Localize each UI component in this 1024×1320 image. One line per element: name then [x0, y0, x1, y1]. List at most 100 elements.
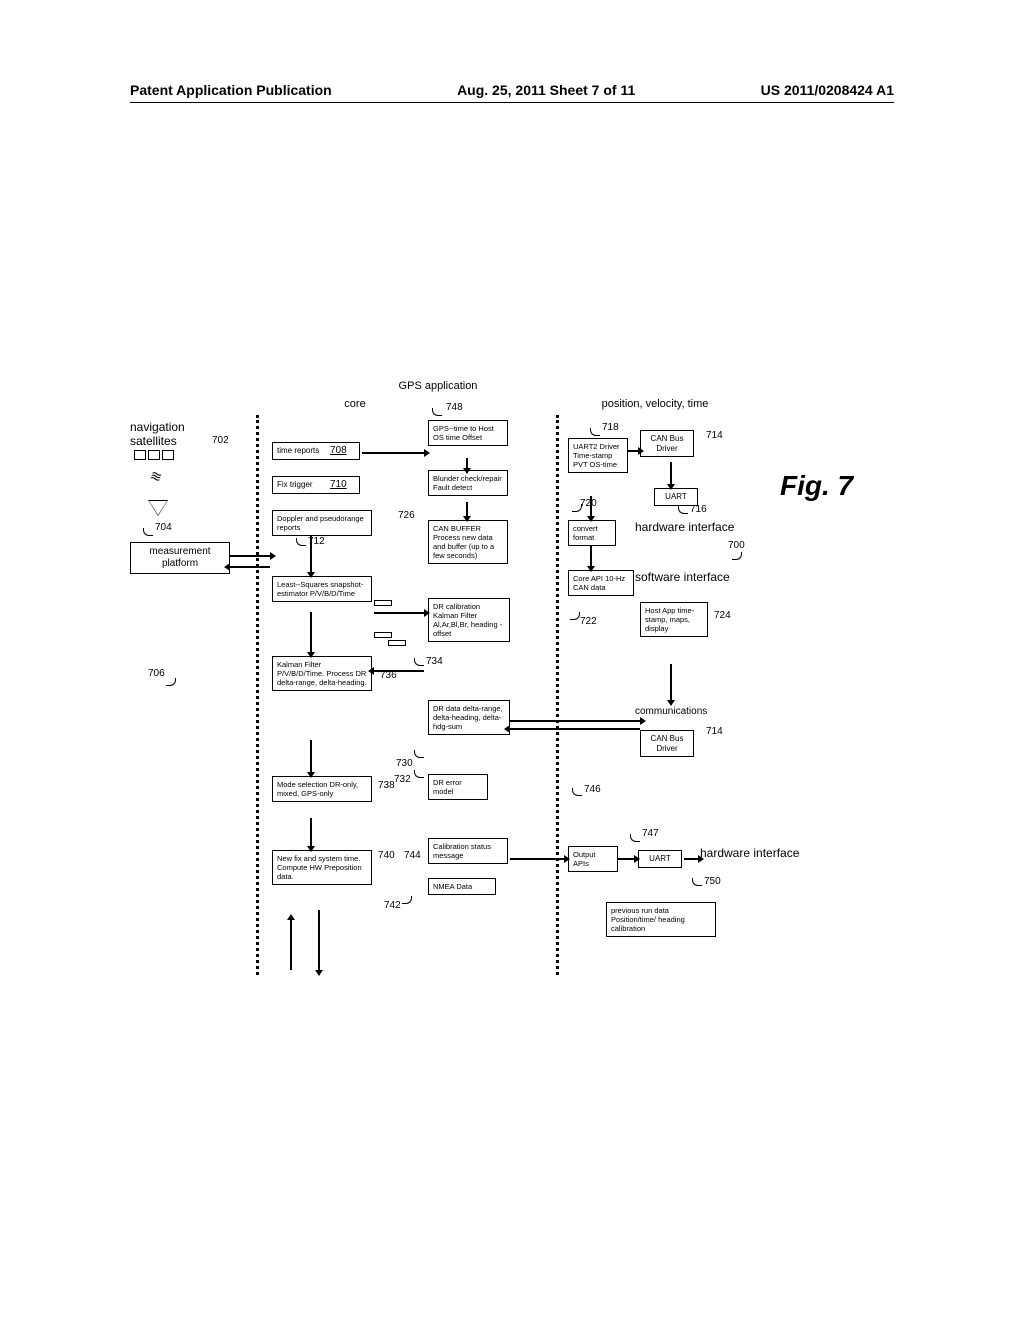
arrow-bottom-up: [290, 920, 292, 970]
box-canbus-driver: CAN Bus Driver: [640, 430, 694, 457]
box-prevrun: previous run data Position/time/ heading…: [606, 902, 716, 937]
box-newfix: New fix and system time. Compute HW Prep…: [272, 850, 372, 885]
ref-747: 747: [642, 828, 659, 839]
box-hostapp: Host App time-stamp, maps, display: [640, 602, 708, 637]
ref-750: 750: [704, 876, 721, 887]
hook-718: [590, 428, 600, 436]
box-mode: Mode selection DR-only, mixed, GPS-only: [272, 776, 372, 802]
ref-736: 736: [380, 670, 397, 681]
ref-700: 700: [728, 540, 745, 551]
label-sw-if: software interface: [635, 570, 730, 584]
ref-716: 716: [690, 504, 707, 515]
box-output-apis: Output APIs: [568, 846, 618, 872]
arrow-mode-down: [310, 818, 312, 846]
ref-740: 740: [378, 850, 395, 861]
hook-748: [432, 408, 442, 416]
box-nmea: NMEA Data: [428, 878, 496, 895]
box-measurement-platform: measurement platform: [130, 542, 230, 574]
ref-706: 706: [148, 668, 165, 679]
box-gps-offset: GPS--time to Host OS time Offset: [428, 420, 508, 446]
header-center: Aug. 25, 2011 Sheet 7 of 11: [457, 82, 635, 98]
label-nav2: satellites: [130, 434, 177, 448]
ref-742: 742: [384, 900, 401, 911]
label-hw-if2: hardware interface: [700, 846, 799, 860]
box-drcal: DR calibration Kalman Filter Al,Ar,Bl,Br…: [428, 598, 510, 642]
box-convert-format: convert format: [568, 520, 616, 546]
label-hw-if2-text: hardware interface: [700, 846, 799, 860]
arrow-kf-drcal: [374, 670, 424, 672]
arrow-doppler-down: [310, 536, 312, 572]
ref-738: 738: [378, 780, 395, 791]
box-lsq: Least--Squares snapshot-estimator P/V/B/…: [272, 576, 372, 602]
arrow-core-to-platform: [230, 566, 270, 568]
figure-7-diagram: Fig. 7 GPS application core position, ve…: [130, 380, 900, 990]
ref-726: 726: [398, 510, 415, 521]
arrow-to-canbus: [628, 450, 638, 452]
arrow-uart-hw: [684, 858, 698, 860]
hook-747: [630, 834, 640, 842]
ref-748: 748: [446, 402, 463, 413]
hook-700: [732, 552, 742, 560]
arrow-bottom-down: [318, 910, 320, 970]
arrow-drdata-left: [510, 728, 640, 730]
label-nav1: navigation: [130, 420, 185, 434]
satellite-icon: [134, 450, 174, 460]
hook-722: [570, 612, 580, 620]
ref-744: 744: [404, 850, 421, 861]
hook-750: [692, 878, 702, 886]
box-uart-b: UART: [638, 850, 682, 868]
label-gps-application: GPS application: [388, 380, 488, 392]
arrow-hostapp-down: [670, 664, 672, 700]
dotted-right: [556, 415, 559, 975]
hook-746: [572, 788, 582, 796]
dotted-left: [256, 415, 259, 975]
ref-722: 722: [580, 616, 597, 627]
box-calstatus: Calibration status message: [428, 838, 508, 864]
label-pvt: position, velocity, time: [580, 398, 730, 410]
box-drdata: DR data delta-range, delta-heading, delt…: [428, 700, 510, 735]
arrow-uart2-down: [590, 496, 592, 516]
hook-712: [296, 538, 306, 546]
ref-720: 720: [580, 498, 597, 509]
hook-716: [678, 506, 688, 514]
box-core-api: Core API 10-Hz CAN data: [568, 570, 634, 596]
ref-714: 714: [706, 430, 723, 441]
arrow-offset-down: [466, 458, 468, 468]
header-rule: [130, 102, 894, 103]
small-rect-2: [374, 632, 392, 638]
box-canbus-driver-2: CAN Bus Driver: [640, 730, 694, 757]
label-sw-if-text: software interface: [635, 570, 730, 584]
hook-704: [143, 528, 153, 536]
arrow-blunder-down: [466, 502, 468, 516]
ref-746: 746: [584, 784, 601, 795]
ref-734: 734: [426, 656, 443, 667]
label-comms: communications: [635, 706, 707, 717]
ref-702: 702: [212, 435, 229, 446]
box-kalman: Kalman Filter P/V/B/D/Time. Process DR d…: [272, 656, 372, 691]
box-drerr: DR error model: [428, 774, 488, 800]
signal-icon: ≋: [147, 467, 164, 487]
hook-742: [402, 896, 412, 904]
arrow-platform-to-core: [230, 555, 270, 557]
label-core: core: [325, 398, 385, 410]
ref-718: 718: [602, 422, 619, 433]
arrow-canbus-uart: [670, 462, 672, 484]
ref-732: 732: [394, 774, 411, 785]
hook-734: [414, 658, 424, 666]
arrow-cal-to-output: [510, 858, 564, 860]
figure-label: Fig. 7: [780, 470, 853, 502]
header-left: Patent Application Publication: [130, 82, 332, 98]
small-rect-1: [374, 600, 392, 606]
ref-724: 724: [714, 610, 731, 621]
label-hw-if-text: hardware interface: [635, 520, 734, 534]
ref-710: 710: [330, 479, 347, 490]
arrow-output-uart: [618, 858, 634, 860]
hook-732: [414, 770, 424, 778]
label-hw-if: hardware interface: [635, 520, 734, 534]
box-uart: UART: [654, 488, 698, 506]
arrow-lsq-drcal: [374, 612, 424, 614]
box-canbuf: CAN BUFFER Process new data and buffer (…: [428, 520, 508, 564]
box-doppler: Doppler and pseudorange reports: [272, 510, 372, 536]
arrow-drdata-right: [510, 720, 640, 722]
arrow-kf-down: [310, 740, 312, 772]
